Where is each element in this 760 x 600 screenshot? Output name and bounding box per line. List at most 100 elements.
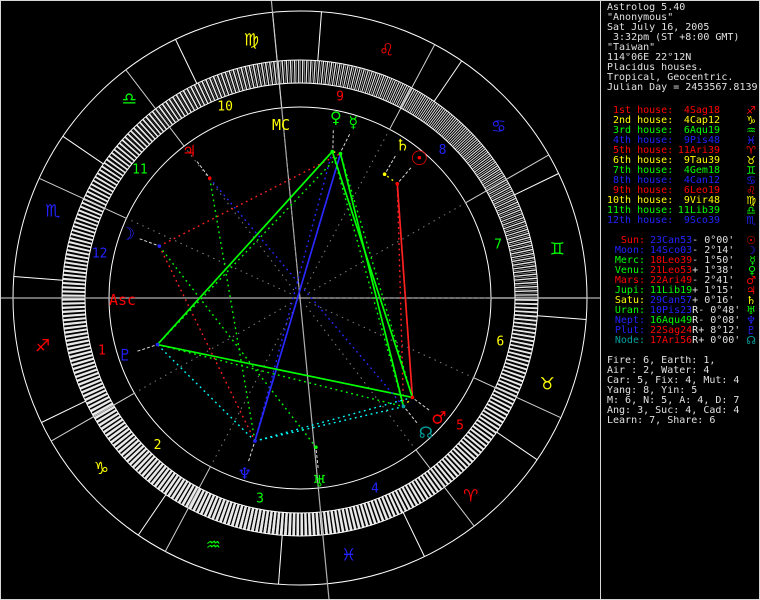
house-number-4: 4 [371, 481, 379, 496]
sign-boundary-line [41, 400, 86, 423]
trine-aspect-line [156, 153, 342, 346]
app-title: Astrolog 5.40 [607, 3, 686, 13]
stats-elements-2: Air : 2, Water: 4 [607, 366, 710, 376]
planet-pointer-line [137, 345, 155, 352]
pisces-sign-glyph-icon: ♓ [341, 545, 356, 565]
venus-position-dot [330, 149, 335, 154]
trine-aspect-line [158, 245, 317, 448]
square-aspect-line [158, 245, 256, 442]
uranus-planet-glyph-icon: ♅ [312, 472, 326, 491]
stats-modes: Car: 5, Fix: 4, Mut: 4 [607, 376, 740, 386]
scorpio-sign-glyph-icon: ♏ [45, 201, 60, 221]
chart-info-header: Astrolog 5.40 "Anonymous" Sat July 16, 2… [601, 3, 760, 93]
planet-pointer-line [340, 134, 351, 151]
sun-position-dot [395, 182, 400, 186]
sextile-aspect-line [254, 405, 404, 442]
uranus-position-dot [314, 445, 318, 450]
trine-aspect-line [209, 178, 256, 442]
house-number-3: 3 [256, 492, 264, 507]
mars-planet-glyph-icon: ♂ [431, 409, 446, 429]
scorpio-sign-icon: ♏ [746, 214, 756, 227]
house-cusp-spoke-dotted [209, 306, 296, 467]
stats-mnad: M: 6, N: 5, A: 4, D: 7 [607, 396, 740, 406]
moon-planet-glyph-icon: ☽ [120, 224, 135, 244]
chart-time: 3:32pm (ST +8:00 GMT) [607, 33, 740, 43]
neptune-planet-glyph-icon: ♆ [238, 464, 252, 483]
house-cusp-spoke-dotted [308, 301, 474, 379]
jupiter-position-dot [207, 176, 212, 180]
sextile-aspect-line [254, 396, 413, 442]
house-number-12: 12 [92, 247, 108, 262]
mercury-planet-glyph-icon: ☿ [348, 112, 358, 131]
house-cusp-line [272, 12, 283, 108]
opposition-aspect-line [254, 153, 342, 442]
houses-table: 1st house: 4Sag18 ♐ 2nd house: 4Cap12 ♑ 3rd … [601, 105, 760, 227]
planet-pointer-line [196, 161, 209, 177]
mc-ic-axis-line [270, 0, 330, 600]
node-planet-icon: ☊ [746, 334, 756, 347]
chart-place: "Taiwan" [607, 43, 656, 53]
sign-boundary-line [62, 135, 104, 165]
stats-yang-yin: Yang: 8, Yin: 5 [607, 386, 698, 396]
planet-orb-value: + 0°00' [698, 335, 741, 346]
planet-pointer-line [414, 398, 430, 411]
moon-position-dot [157, 244, 162, 248]
planet-pointer-line [405, 408, 418, 424]
neptune-position-dot [253, 439, 257, 443]
planet-pointer-line [248, 443, 255, 462]
house-number-11: 11 [132, 163, 148, 178]
sign-boundary-line [496, 431, 538, 461]
chart-date: Sat July 16, 2005 [607, 23, 710, 33]
saturn-position-dot [382, 172, 387, 176]
house-cusp-spoke-dotted [134, 302, 292, 394]
element-stats: Fire: 6, Earth: 1, Air : 2, Water: 4 Car… [601, 356, 760, 426]
house-number-6: 6 [496, 334, 504, 349]
sagittarius-sign-glyph-icon: ♐ [35, 337, 50, 357]
house-cusp-spoke-dotted [305, 305, 417, 451]
gemini-sign-glyph-icon: ♊ [550, 239, 565, 259]
sign-boundary-line [137, 494, 167, 536]
house-number-8: 8 [439, 143, 447, 158]
square-aspect-line [396, 183, 414, 398]
conjunction-aspect-line [384, 173, 398, 185]
trine-aspect-line [339, 153, 405, 407]
astrolog-window: ☉ ☽ ☿ ♀ ♂ ♃ ♄ ♅ ♆ ♇ ☊ ♈ ♉ ♊ ♋ ♌ ♍ ♎ ♏ ♐ ♑ ♒ ♓ 1 2 3 4 5 6 7 8 9 10 11 12 As… [0, 0, 760, 600]
house-row: 12th house: 9Sco39 ♏ [601, 214, 760, 227]
planets-table: Sun: 23Can53- 0°00' ☉ Moon: 14Sco03- 2°14' ☽ M… [601, 235, 760, 347]
stats-learn-share: Learn: 7, Share: 6 [607, 416, 716, 426]
virgo-sign-glyph-icon: ♍ [244, 31, 259, 51]
chart-person-name: "Anonymous" [607, 13, 674, 23]
planet-pointer-lines [137, 130, 430, 469]
info-sidebar: Astrolog 5.40 "Anonymous" Sat July 16, 2… [600, 0, 760, 600]
house-number-7: 7 [494, 238, 502, 253]
house-cusp-value: 9Sco39 [683, 215, 720, 226]
sign-boundary-line [433, 60, 463, 102]
house-cusp-spoke-dotted [308, 202, 466, 294]
stats-elements-1: Fire: 6, Earth: 1, [607, 356, 716, 366]
pluto-position-dot [155, 342, 160, 347]
sign-boundary-line [278, 535, 283, 585]
house-number-10: 10 [217, 100, 233, 115]
jupiter-planet-glyph-icon: ♃ [182, 142, 196, 161]
house-number-5: 5 [456, 419, 464, 434]
trine-aspect-line [156, 150, 333, 346]
conjunction-aspect-line [402, 396, 413, 408]
leo-sign-glyph-icon: ♌ [379, 41, 394, 61]
sign-boundary-line [317, 11, 322, 61]
aquarius-sign-glyph-icon: ♒ [206, 535, 221, 555]
sun-planet-glyph-icon: ☉ [410, 146, 428, 170]
planet-pointer-line [385, 155, 396, 172]
chart-coordinates: 114°06E 22°12N [607, 53, 692, 63]
sign-boundary-line [175, 39, 198, 84]
planet-glyphs: ☉ ☽ ☿ ♀ ♂ ♃ ♄ ♅ ♆ ♇ ☊ [118, 108, 447, 491]
aspect-lines [156, 150, 414, 448]
house-cusp-spoke-dotted [126, 217, 292, 295]
julian-day: Julian Day = 2453567.8139 [607, 83, 758, 93]
house-cusp-lines [0, 0, 600, 600]
taurus-sign-glyph-icon: ♉ [540, 375, 555, 395]
trine-aspect-line [331, 151, 414, 398]
planet-pointer-line [139, 238, 157, 246]
natal-chart-wheel: ☉☽☿♀♂♃ ♄♅♆♇☊♈♉♊♋♌♍♎♏♐♑♒♓123456789101112As… [0, 0, 600, 600]
house-label: 12th house: [607, 215, 674, 226]
mc-angle-label: MC [272, 116, 290, 134]
